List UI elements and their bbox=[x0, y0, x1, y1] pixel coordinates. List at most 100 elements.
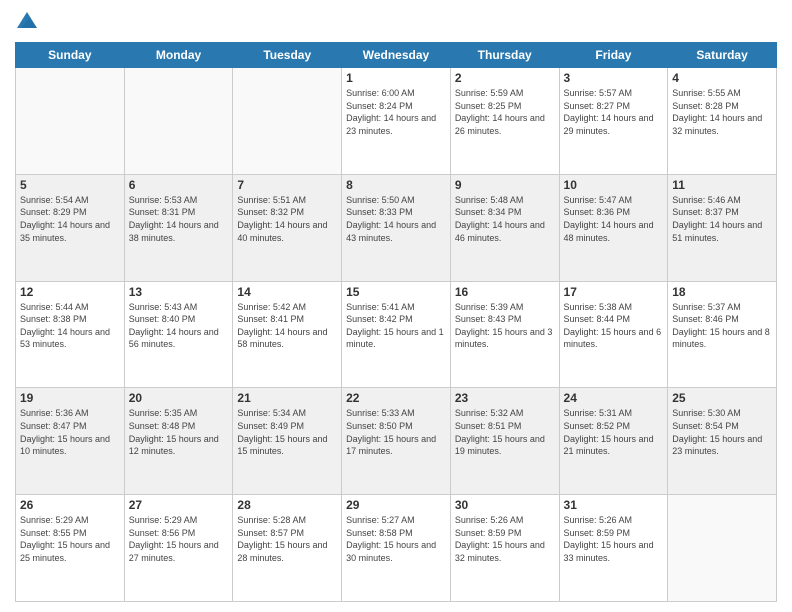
day-info: Sunrise: 5:46 AMSunset: 8:37 PMDaylight:… bbox=[672, 194, 772, 244]
weekday-thursday: Thursday bbox=[450, 43, 559, 68]
day-info: Sunrise: 5:43 AMSunset: 8:40 PMDaylight:… bbox=[129, 301, 229, 351]
weekday-friday: Friday bbox=[559, 43, 668, 68]
page: SundayMondayTuesdayWednesdayThursdayFrid… bbox=[0, 0, 792, 612]
day-info: Sunrise: 5:41 AMSunset: 8:42 PMDaylight:… bbox=[346, 301, 446, 351]
weekday-tuesday: Tuesday bbox=[233, 43, 342, 68]
calendar-cell-2-6: 18 Sunrise: 5:37 AMSunset: 8:46 PMDayligh… bbox=[668, 281, 777, 388]
weekday-sunday: Sunday bbox=[16, 43, 125, 68]
day-info: Sunrise: 5:38 AMSunset: 8:44 PMDaylight:… bbox=[564, 301, 664, 351]
day-number: 5 bbox=[20, 178, 120, 192]
calendar-cell-2-2: 14Sunrise: 5:42 AMSunset: 8:41 PMDayligh… bbox=[233, 281, 342, 388]
calendar-cell-0-2 bbox=[233, 68, 342, 175]
day-number: 12 bbox=[20, 285, 120, 299]
calendar-cell-1-3: 8Sunrise: 5:50 AMSunset: 8:33 PMDaylight… bbox=[342, 174, 451, 281]
day-number: 13 bbox=[129, 285, 229, 299]
week-row-4: 19Sunrise: 5:36 AMSunset: 8:47 PMDayligh… bbox=[16, 388, 777, 495]
calendar-cell-2-1: 13 Sunrise: 5:43 AMSunset: 8:40 PMDayligh… bbox=[124, 281, 233, 388]
calendar-cell-0-0 bbox=[16, 68, 125, 175]
week-row-2: 5 Sunrise: 5:54 AMSunset: 8:29 PMDaylight… bbox=[16, 174, 777, 281]
calendar-cell-0-1 bbox=[124, 68, 233, 175]
day-number: 15 bbox=[346, 285, 446, 299]
logo-icon bbox=[15, 10, 39, 34]
day-number: 3 bbox=[564, 71, 664, 85]
day-info: Sunrise: 5:29 AMSunset: 8:55 PMDaylight:… bbox=[20, 514, 120, 564]
day-info: Sunrise: 5:27 AMSunset: 8:58 PMDaylight:… bbox=[346, 514, 446, 564]
day-info: Sunrise: 5:28 AMSunset: 8:57 PMDaylight:… bbox=[237, 514, 337, 564]
calendar-cell-1-4: 9 Sunrise: 5:48 AMSunset: 8:34 PMDaylight… bbox=[450, 174, 559, 281]
day-info: Sunrise: 5:32 AMSunset: 8:51 PMDaylight:… bbox=[455, 407, 555, 457]
day-number: 27 bbox=[129, 498, 229, 512]
calendar-cell-3-2: 21Sunrise: 5:34 AMSunset: 8:49 PMDayligh… bbox=[233, 388, 342, 495]
day-number: 6 bbox=[129, 178, 229, 192]
day-number: 10 bbox=[564, 178, 664, 192]
calendar-cell-0-6: 4 Sunrise: 5:55 AMSunset: 8:28 PMDaylight… bbox=[668, 68, 777, 175]
calendar-cell-3-5: 24Sunrise: 5:31 AMSunset: 8:52 PMDayligh… bbox=[559, 388, 668, 495]
calendar-cell-4-2: 28Sunrise: 5:28 AMSunset: 8:57 PMDayligh… bbox=[233, 495, 342, 602]
calendar-cell-4-3: 29 Sunrise: 5:27 AMSunset: 8:58 PMDayligh… bbox=[342, 495, 451, 602]
day-number: 20 bbox=[129, 391, 229, 405]
calendar-cell-2-0: 12 Sunrise: 5:44 AMSunset: 8:38 PMDayligh… bbox=[16, 281, 125, 388]
day-number: 9 bbox=[455, 178, 555, 192]
day-info: Sunrise: 5:59 AMSunset: 8:25 PMDaylight:… bbox=[455, 87, 555, 137]
calendar-cell-4-6 bbox=[668, 495, 777, 602]
day-info: Sunrise: 5:36 AMSunset: 8:47 PMDaylight:… bbox=[20, 407, 120, 457]
day-number: 14 bbox=[237, 285, 337, 299]
header bbox=[15, 10, 777, 34]
calendar-table: SundayMondayTuesdayWednesdayThursdayFrid… bbox=[15, 42, 777, 602]
day-info: Sunrise: 5:33 AMSunset: 8:50 PMDaylight:… bbox=[346, 407, 446, 457]
day-number: 23 bbox=[455, 391, 555, 405]
day-info: Sunrise: 5:55 AMSunset: 8:28 PMDaylight:… bbox=[672, 87, 772, 137]
day-number: 4 bbox=[672, 71, 772, 85]
day-info: Sunrise: 6:00 AMSunset: 8:24 PMDaylight:… bbox=[346, 87, 446, 137]
day-info: Sunrise: 5:29 AMSunset: 8:56 PMDaylight:… bbox=[129, 514, 229, 564]
calendar-cell-0-5: 3 Sunrise: 5:57 AMSunset: 8:27 PMDaylight… bbox=[559, 68, 668, 175]
calendar-cell-0-4: 2 Sunrise: 5:59 AMSunset: 8:25 PMDaylight… bbox=[450, 68, 559, 175]
day-number: 25 bbox=[672, 391, 772, 405]
day-info: Sunrise: 5:44 AMSunset: 8:38 PMDaylight:… bbox=[20, 301, 120, 351]
calendar-cell-1-5: 10 Sunrise: 5:47 AMSunset: 8:36 PMDayligh… bbox=[559, 174, 668, 281]
calendar-cell-2-3: 15 Sunrise: 5:41 AMSunset: 8:42 PMDayligh… bbox=[342, 281, 451, 388]
calendar-cell-1-2: 7Sunrise: 5:51 AMSunset: 8:32 PMDaylight… bbox=[233, 174, 342, 281]
logo bbox=[15, 10, 43, 34]
day-info: Sunrise: 5:39 AMSunset: 8:43 PMDaylight:… bbox=[455, 301, 555, 351]
day-info: Sunrise: 5:54 AMSunset: 8:29 PMDaylight:… bbox=[20, 194, 120, 244]
day-number: 2 bbox=[455, 71, 555, 85]
weekday-monday: Monday bbox=[124, 43, 233, 68]
weekday-saturday: Saturday bbox=[668, 43, 777, 68]
calendar-cell-0-3: 1 Sunrise: 6:00 AMSunset: 8:24 PMDaylight… bbox=[342, 68, 451, 175]
day-number: 7 bbox=[237, 178, 337, 192]
calendar-cell-1-6: 11 Sunrise: 5:46 AMSunset: 8:37 PMDayligh… bbox=[668, 174, 777, 281]
calendar-cell-3-0: 19Sunrise: 5:36 AMSunset: 8:47 PMDayligh… bbox=[16, 388, 125, 495]
day-number: 11 bbox=[672, 178, 772, 192]
day-info: Sunrise: 5:47 AMSunset: 8:36 PMDaylight:… bbox=[564, 194, 664, 244]
day-info: Sunrise: 5:34 AMSunset: 8:49 PMDaylight:… bbox=[237, 407, 337, 457]
calendar-cell-2-4: 16Sunrise: 5:39 AMSunset: 8:43 PMDayligh… bbox=[450, 281, 559, 388]
calendar-cell-3-3: 22 Sunrise: 5:33 AMSunset: 8:50 PMDayligh… bbox=[342, 388, 451, 495]
day-info: Sunrise: 5:26 AMSunset: 8:59 PMDaylight:… bbox=[564, 514, 664, 564]
calendar-cell-3-1: 20 Sunrise: 5:35 AMSunset: 8:48 PMDayligh… bbox=[124, 388, 233, 495]
calendar-cell-4-5: 31Sunrise: 5:26 AMSunset: 8:59 PMDayligh… bbox=[559, 495, 668, 602]
day-info: Sunrise: 5:48 AMSunset: 8:34 PMDaylight:… bbox=[455, 194, 555, 244]
week-row-1: 1 Sunrise: 6:00 AMSunset: 8:24 PMDaylight… bbox=[16, 68, 777, 175]
day-number: 18 bbox=[672, 285, 772, 299]
day-number: 29 bbox=[346, 498, 446, 512]
day-number: 30 bbox=[455, 498, 555, 512]
calendar-cell-3-4: 23 Sunrise: 5:32 AMSunset: 8:51 PMDayligh… bbox=[450, 388, 559, 495]
day-number: 22 bbox=[346, 391, 446, 405]
day-info: Sunrise: 5:37 AMSunset: 8:46 PMDaylight:… bbox=[672, 301, 772, 351]
calendar-cell-3-6: 25 Sunrise: 5:30 AMSunset: 8:54 PMDayligh… bbox=[668, 388, 777, 495]
day-info: Sunrise: 5:57 AMSunset: 8:27 PMDaylight:… bbox=[564, 87, 664, 137]
calendar-cell-4-1: 27 Sunrise: 5:29 AMSunset: 8:56 PMDayligh… bbox=[124, 495, 233, 602]
day-info: Sunrise: 5:53 AMSunset: 8:31 PMDaylight:… bbox=[129, 194, 229, 244]
day-info: Sunrise: 5:30 AMSunset: 8:54 PMDaylight:… bbox=[672, 407, 772, 457]
day-info: Sunrise: 5:26 AMSunset: 8:59 PMDaylight:… bbox=[455, 514, 555, 564]
day-info: Sunrise: 5:50 AMSunset: 8:33 PMDaylight:… bbox=[346, 194, 446, 244]
day-info: Sunrise: 5:35 AMSunset: 8:48 PMDaylight:… bbox=[129, 407, 229, 457]
weekday-wednesday: Wednesday bbox=[342, 43, 451, 68]
day-number: 26 bbox=[20, 498, 120, 512]
day-number: 17 bbox=[564, 285, 664, 299]
day-number: 1 bbox=[346, 71, 446, 85]
weekday-header-row: SundayMondayTuesdayWednesdayThursdayFrid… bbox=[16, 43, 777, 68]
day-info: Sunrise: 5:31 AMSunset: 8:52 PMDaylight:… bbox=[564, 407, 664, 457]
calendar-cell-1-1: 6 Sunrise: 5:53 AMSunset: 8:31 PMDaylight… bbox=[124, 174, 233, 281]
